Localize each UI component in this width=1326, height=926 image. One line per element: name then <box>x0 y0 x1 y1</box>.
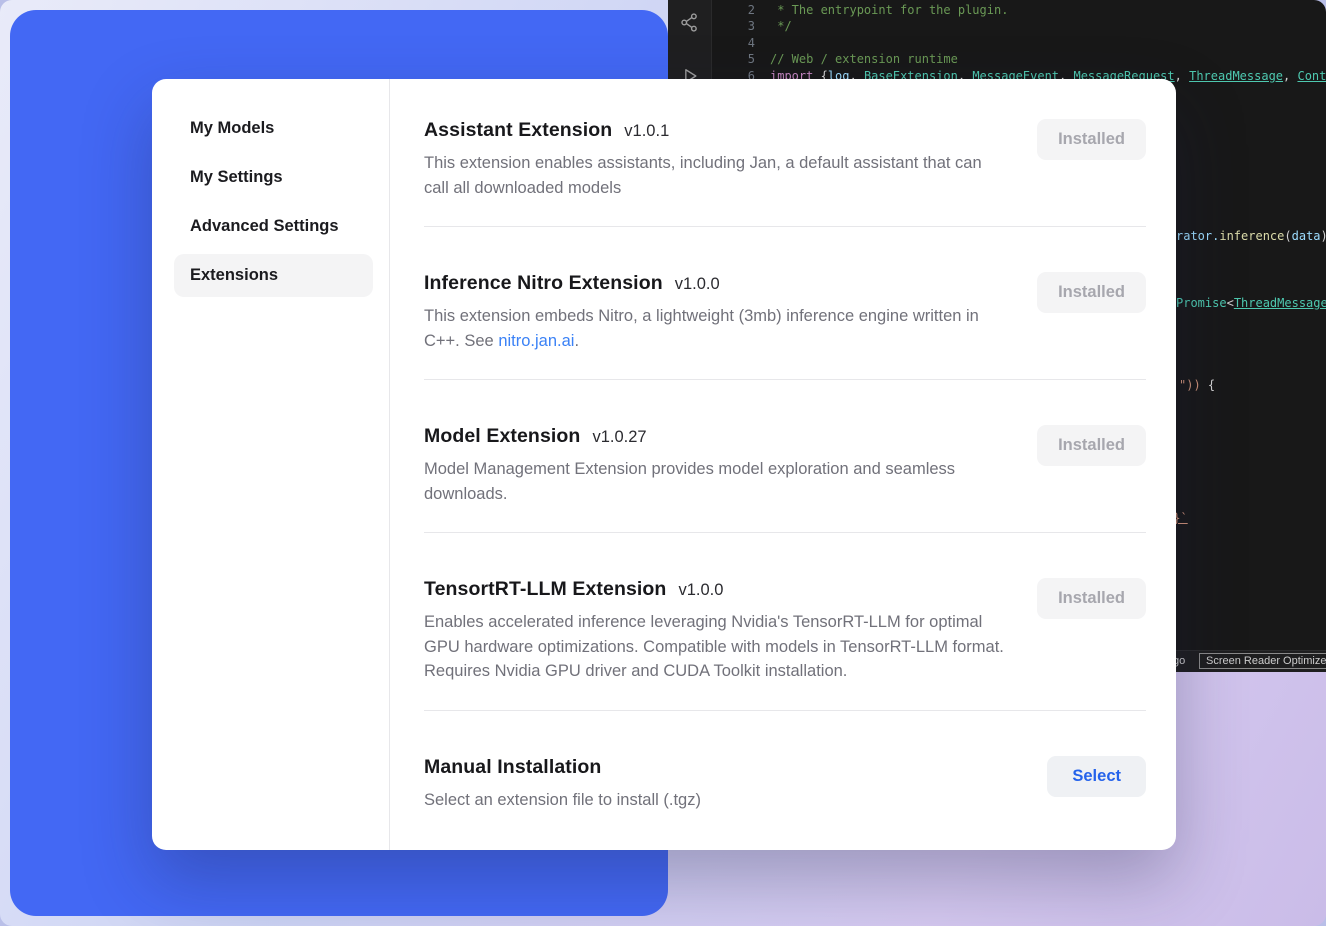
select-file-button[interactable]: Select <box>1047 756 1146 797</box>
extension-title: TensortRT-LLM Extension <box>424 578 666 601</box>
extension-row-assistant: Assistant Extension v1.0.1 This extensio… <box>424 119 1146 227</box>
extension-row-model: Model Extension v1.0.27 Model Management… <box>424 380 1146 533</box>
extension-title: Assistant Extension <box>424 119 612 142</box>
extension-description: Model Management Extension provides mode… <box>424 457 1006 506</box>
code-fragment: Promise<ThreadMessage> <box>1176 296 1326 310</box>
code-line: 5// Web / extension runtime <box>713 51 1326 67</box>
extension-row-tensorrt: TensortRT-LLM Extension v1.0.0 Enables a… <box>424 533 1146 711</box>
sidebar-item-my-models[interactable]: My Models <box>174 107 373 150</box>
nitro-jan-ai-link[interactable]: nitro.jan.ai <box>498 332 574 350</box>
settings-sidebar: My Models My Settings Advanced Settings … <box>152 79 390 850</box>
sidebar-item-my-settings[interactable]: My Settings <box>174 156 373 199</box>
extension-version: v1.0.0 <box>675 275 720 294</box>
code-fragment: ")) { <box>1179 378 1215 392</box>
extension-info: Manual Installation Select an extension … <box>424 756 701 813</box>
extension-title: Model Extension <box>424 425 580 448</box>
share-git-icon[interactable] <box>679 12 700 38</box>
extension-head: Manual Installation <box>424 756 701 779</box>
sidebar-item-advanced-settings[interactable]: Advanced Settings <box>174 205 373 248</box>
installed-button: Installed <box>1037 425 1146 466</box>
extension-version: v1.0.27 <box>592 428 646 447</box>
extension-description: Enables accelerated inference leveraging… <box>424 610 1006 684</box>
extension-version: v1.0.1 <box>624 122 669 141</box>
extension-info: TensortRT-LLM Extension v1.0.0 Enables a… <box>424 578 1006 684</box>
extension-info: Assistant Extension v1.0.1 This extensio… <box>424 119 1006 200</box>
extension-description: This extension enables assistants, inclu… <box>424 151 1006 200</box>
code-line: 3 */ <box>713 18 1326 34</box>
manual-installation-row: Manual Installation Select an extension … <box>424 711 1146 839</box>
extensions-panel: Assistant Extension v1.0.1 This extensio… <box>390 79 1176 850</box>
settings-modal: My Models My Settings Advanced Settings … <box>152 79 1176 850</box>
sidebar-item-extensions[interactable]: Extensions <box>174 254 373 297</box>
screen-reader-badge[interactable]: Screen Reader Optimize <box>1199 653 1326 669</box>
extension-version: v1.0.0 <box>678 581 723 600</box>
extension-info: Inference Nitro Extension v1.0.0 This ex… <box>424 272 1006 353</box>
code-line: 4 <box>713 35 1326 51</box>
manual-installation-title: Manual Installation <box>424 756 601 779</box>
extension-head: Model Extension v1.0.27 <box>424 425 1006 448</box>
installed-button: Installed <box>1037 578 1146 619</box>
extension-description: This extension embeds Nitro, a lightweig… <box>424 304 1006 353</box>
code-fragment: rator.inference(data)); <box>1176 229 1326 243</box>
extension-title: Inference Nitro Extension <box>424 272 663 295</box>
installed-button: Installed <box>1037 119 1146 160</box>
code-lines: 2 * The entrypoint for the plugin.3 */45… <box>713 2 1326 84</box>
extension-head: TensortRT-LLM Extension v1.0.0 <box>424 578 1006 601</box>
installed-button: Installed <box>1037 272 1146 313</box>
description-text: . <box>574 332 579 350</box>
screen: 2 * The entrypoint for the plugin.3 */45… <box>0 0 1326 926</box>
code-line: 2 * The entrypoint for the plugin. <box>713 2 1326 18</box>
manual-installation-description: Select an extension file to install (.tg… <box>424 788 701 813</box>
extension-info: Model Extension v1.0.27 Model Management… <box>424 425 1006 506</box>
extension-head: Inference Nitro Extension v1.0.0 <box>424 272 1006 295</box>
extension-head: Assistant Extension v1.0.1 <box>424 119 1006 142</box>
extension-row-nitro: Inference Nitro Extension v1.0.0 This ex… <box>424 227 1146 380</box>
